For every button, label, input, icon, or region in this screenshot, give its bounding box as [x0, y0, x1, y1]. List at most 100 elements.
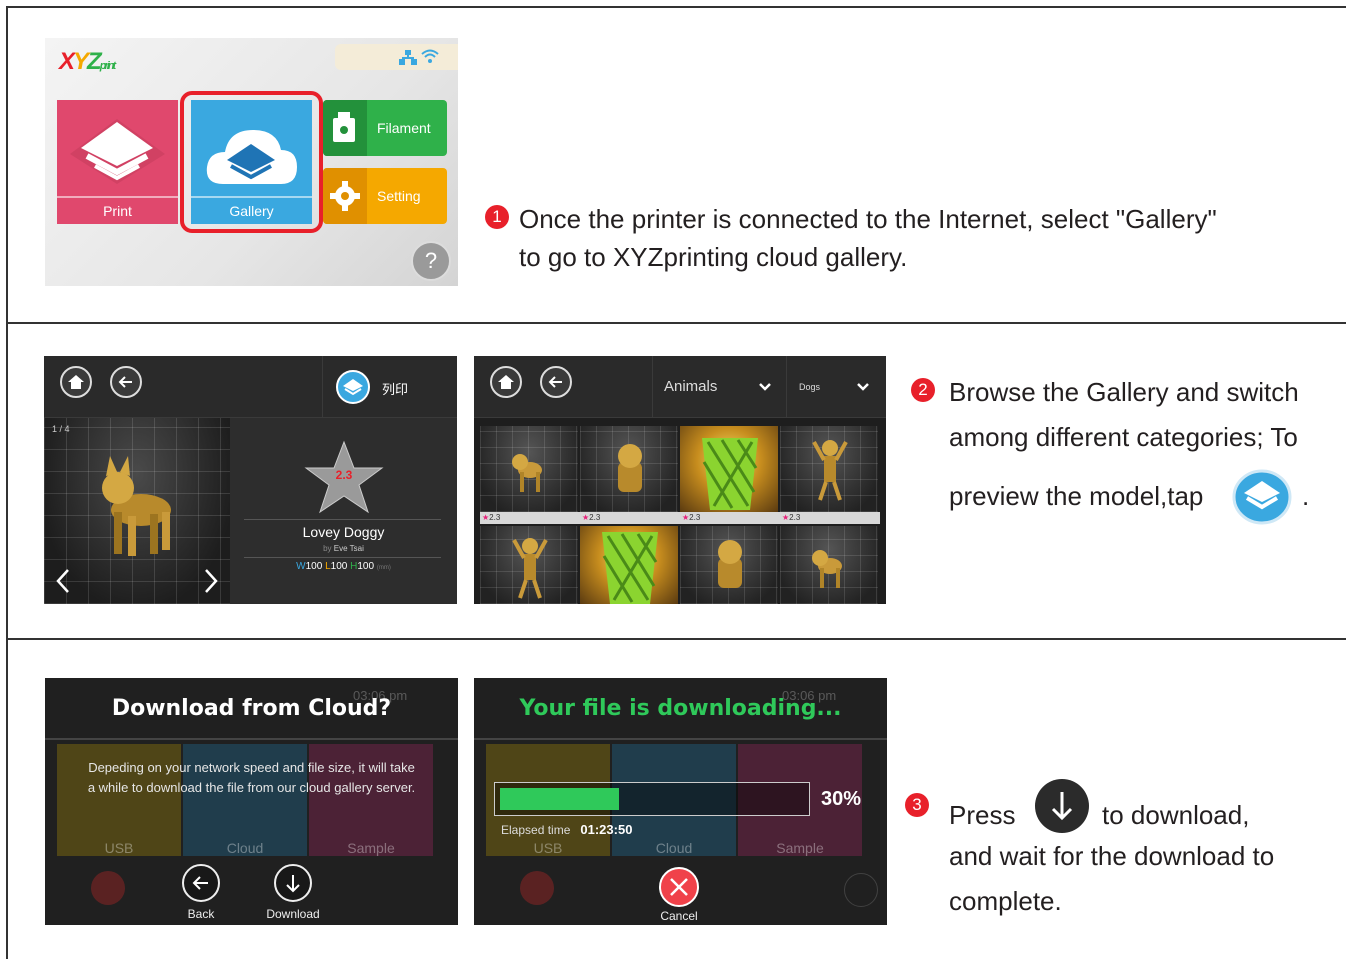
gallery-list-screenshot: Animals Dogs ★2.3 ★2.3 ★2.3 ★2.3 — [474, 356, 886, 604]
rating-value: 2.3 — [589, 513, 601, 522]
download-dialog-screenshot: 03:06 pm Download from Cloud? USB Cloud … — [45, 678, 458, 925]
dialog-title: Download from Cloud? — [111, 696, 392, 721]
background-button — [91, 871, 125, 905]
info-divider — [244, 557, 441, 558]
gallery-tile[interactable]: Gallery — [191, 100, 312, 224]
step-1-text: Once the printer is connected to the Int… — [519, 201, 1334, 276]
bar-divider — [322, 356, 323, 418]
download-label: Download — [266, 907, 320, 921]
figure-thumbnail-image — [512, 538, 548, 599]
step-3-text: and wait for the download to complete. — [949, 834, 1274, 924]
usb-label: USB — [104, 840, 134, 856]
model-author: by Eve Tsai — [230, 544, 457, 553]
chevron-down-icon[interactable] — [856, 382, 870, 392]
dialog-divider — [45, 738, 458, 740]
thumbnail-rating: ★2.3 — [782, 513, 801, 522]
setting-tile[interactable]: Setting — [323, 168, 447, 224]
arrow-down-icon — [286, 875, 300, 893]
model-info-panel: 2.3 Lovey Doggy by Eve Tsai W100 L100 H1… — [230, 418, 457, 604]
print-label: Print — [103, 203, 132, 219]
back-button[interactable] — [110, 366, 142, 398]
ratings-strip — [480, 512, 880, 524]
elapsed-label: Elapsed time — [501, 823, 571, 837]
bulldog-thumbnail-image — [618, 444, 642, 492]
gallery-thumbnail[interactable] — [580, 526, 680, 604]
elapsed-value: 01:23:50 — [580, 822, 633, 837]
info-divider — [244, 519, 441, 520]
arrow-left-icon — [192, 876, 208, 890]
cancel-button[interactable] — [659, 867, 699, 907]
home-button[interactable] — [60, 366, 92, 398]
download-arrow-icon — [1035, 779, 1089, 833]
step-3-line-2: and wait for the download to — [949, 841, 1275, 871]
unit-label: (mm) — [376, 565, 391, 571]
gallery-label: Gallery — [229, 203, 274, 219]
help-button[interactable]: ? — [411, 241, 451, 281]
back-button[interactable] — [182, 864, 220, 902]
progress-percent: 30% — [821, 788, 862, 810]
section-divider — [6, 322, 1346, 324]
step-number-badge: 1 — [485, 205, 509, 229]
chevron-right-icon[interactable] — [200, 566, 220, 596]
figure-thumbnail-image — [812, 440, 848, 501]
home-icon — [498, 375, 514, 389]
cancel-label: Cancel — [660, 909, 698, 923]
print-icon — [70, 119, 165, 184]
step-2-line-3: preview the model,tap — [949, 481, 1204, 511]
section-divider — [6, 638, 1346, 640]
basket-thumbnail-image — [702, 438, 758, 510]
dialog-message-line-2: a while to download the file from our cl… — [87, 780, 416, 795]
chevron-down-icon[interactable] — [758, 382, 772, 392]
dialog-message: Depeding on your network speed and file … — [45, 758, 458, 798]
chevron-left-icon[interactable] — [54, 566, 74, 596]
home-button[interactable] — [490, 366, 522, 398]
download-button[interactable] — [274, 864, 312, 902]
setting-label: Setting — [377, 188, 421, 204]
subcategory-dropdown[interactable]: Dogs — [799, 382, 820, 392]
step-number-badge: 3 — [905, 793, 929, 817]
rating-value: 2.3 — [789, 513, 801, 522]
thumbnail-rating: ★2.3 — [582, 513, 601, 522]
gallery-thumbnail[interactable] — [480, 526, 580, 604]
progress-fill — [500, 788, 619, 810]
back-button[interactable] — [540, 366, 572, 398]
filament-tile[interactable]: Filament — [323, 100, 447, 156]
width-label: W — [296, 561, 306, 572]
home-screen-screenshot: XYZprint Print Gallery Filament Setting … — [45, 38, 458, 286]
gallery-thumbnail[interactable] — [780, 526, 880, 604]
gallery-thumbnail[interactable] — [680, 526, 780, 604]
cloud-gallery-icon — [206, 130, 297, 184]
gallery-thumbnail[interactable] — [480, 426, 580, 512]
print-tile[interactable]: Print — [57, 100, 178, 224]
filament-icon — [333, 112, 355, 142]
dialog-message-line-1: Depeding on your network speed and file … — [88, 760, 415, 775]
model-dimensions: W100 L100 H100 (mm) — [230, 561, 457, 572]
close-icon — [670, 878, 688, 896]
step-2-line-2: among different categories; To — [949, 422, 1298, 452]
step-3-line-3: complete. — [949, 886, 1062, 916]
print-preview-icon[interactable] — [336, 370, 370, 404]
height-value: 100 — [357, 561, 375, 572]
gallery-preview-icon — [1232, 469, 1292, 525]
gallery-thumbnail[interactable] — [680, 426, 780, 512]
length-value: 100 — [330, 561, 348, 572]
rating-value: 2.3 — [335, 468, 353, 482]
downloading-screenshot: 03:06 pm Your file is downloading... USB… — [474, 678, 887, 925]
cloud-label: Cloud — [655, 840, 693, 856]
thumbnail-rating: ★2.3 — [482, 513, 501, 522]
gallery-thumbnail[interactable] — [580, 426, 680, 512]
step-3-press: Press — [949, 800, 1016, 830]
downloading-title: Your file is downloading... — [519, 696, 842, 721]
print-label: 列印 — [382, 382, 409, 397]
step-2-text: Browse the Gallery and switch among diff… — [949, 370, 1339, 460]
width-value: 100 — [305, 561, 323, 572]
dog-model-image — [102, 456, 171, 556]
background-button — [520, 871, 554, 905]
cloud-label: Cloud — [226, 840, 264, 856]
bar-divider — [652, 356, 653, 418]
gallery-thumbnail[interactable] — [780, 426, 880, 512]
dog-thumbnail-image — [512, 454, 542, 492]
step-1-line-2: to go to XYZprinting cloud gallery. — [519, 241, 908, 272]
category-dropdown[interactable]: Animals — [664, 378, 717, 395]
step-1-line-1: Once the printer is connected to the Int… — [519, 204, 1217, 234]
